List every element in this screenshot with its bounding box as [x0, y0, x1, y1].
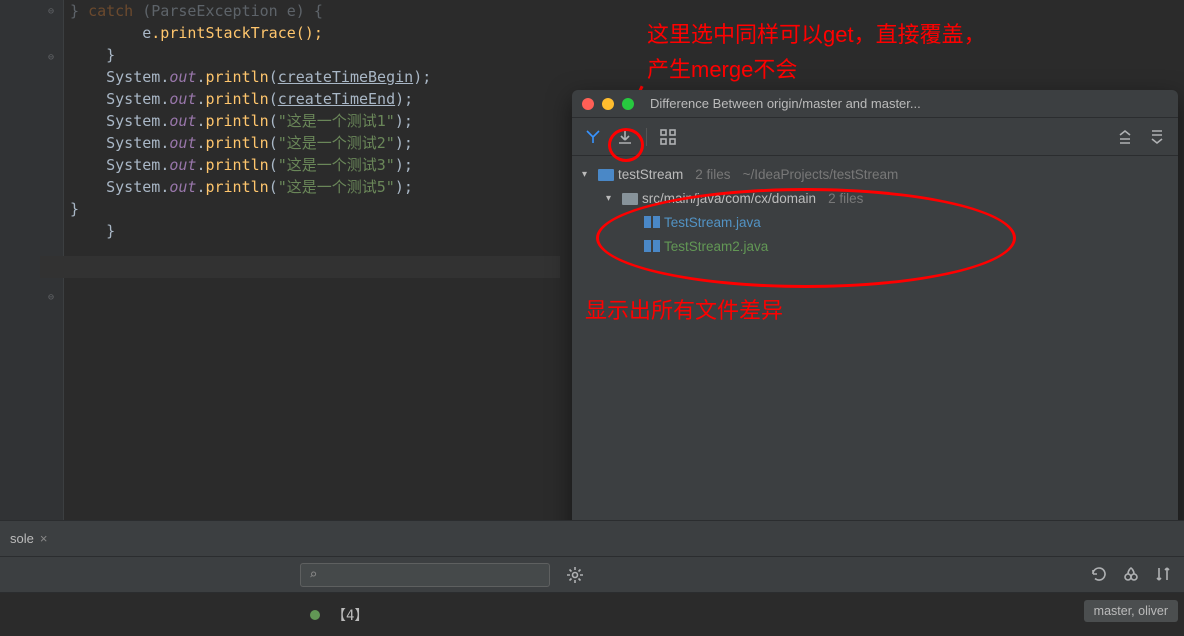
- tool-window-tabs: sole ×: [0, 520, 1184, 556]
- merge-icon[interactable]: [582, 126, 604, 148]
- expand-all-icon[interactable]: [1114, 126, 1136, 148]
- zoom-window-icon[interactable]: [622, 98, 634, 110]
- popup-title: Difference Between origin/master and mas…: [650, 96, 921, 111]
- method-call: .printStackTrace();: [151, 24, 323, 42]
- commit-node-icon: [310, 610, 320, 620]
- tree-label: testStream: [618, 167, 683, 182]
- brace: }: [106, 46, 115, 64]
- folder-icon: [622, 191, 638, 205]
- group-icon[interactable]: [657, 126, 679, 148]
- vcs-toolbar-icons: [1078, 556, 1184, 592]
- brace: }: [70, 200, 79, 218]
- tab-label: sole: [10, 531, 34, 546]
- annotation-text: 产生merge不会: [647, 55, 797, 86]
- code-block[interactable]: } catch (ParseException e) { e.printStac…: [70, 0, 431, 242]
- fold-marker-icon[interactable]: ⊖: [48, 52, 54, 63]
- refresh-icon[interactable]: [1090, 565, 1108, 583]
- console-tab[interactable]: sole ×: [0, 523, 57, 554]
- chevron-down-icon[interactable]: ▾: [582, 169, 594, 180]
- brace: }: [106, 222, 115, 240]
- search-icon: ⌕: [309, 567, 317, 583]
- type-name: ParseException: [151, 2, 277, 20]
- variable: e: [142, 24, 151, 42]
- current-line-highlight: [40, 256, 560, 278]
- cherry-pick-icon[interactable]: [1122, 565, 1140, 583]
- sort-icon[interactable]: [1154, 565, 1172, 583]
- annotation-circle: [608, 128, 644, 162]
- close-icon[interactable]: ×: [40, 531, 48, 546]
- tree-path: ~/IdeaProjects/testStream: [743, 167, 899, 182]
- search-bar-row: ⌕: [0, 556, 1184, 592]
- chevron-down-icon[interactable]: ▾: [606, 193, 618, 204]
- popup-titlebar[interactable]: Difference Between origin/master and mas…: [572, 90, 1178, 118]
- keyword-catch: catch: [88, 2, 133, 20]
- search-input[interactable]: ⌕: [300, 563, 550, 587]
- minimize-window-icon[interactable]: [602, 98, 614, 110]
- module-icon: [598, 167, 614, 181]
- branch-badge[interactable]: master, oliver: [1084, 600, 1178, 622]
- vcs-log-row[interactable]: 【4】: [0, 592, 1184, 636]
- close-window-icon[interactable]: [582, 98, 594, 110]
- commit-message: 【4】: [332, 605, 368, 625]
- collapse-all-icon[interactable]: [1146, 126, 1168, 148]
- window-controls[interactable]: [582, 98, 634, 110]
- fold-marker-icon[interactable]: ⊖: [48, 292, 54, 303]
- gear-icon[interactable]: [564, 564, 586, 586]
- tree-meta: 2 files: [695, 167, 730, 182]
- tree-root[interactable]: ▾ testStream 2 files ~/IdeaProjects/test…: [572, 162, 1178, 186]
- annotation-text: 显示出所有文件差异: [585, 296, 783, 327]
- fold-marker-icon[interactable]: ⊖: [48, 6, 54, 17]
- brace: }: [70, 2, 88, 20]
- popup-toolbar: [572, 118, 1178, 156]
- annotation-ellipse: [596, 188, 1016, 288]
- annotation-text: 这里选中同样可以get，直接覆盖，: [647, 20, 986, 51]
